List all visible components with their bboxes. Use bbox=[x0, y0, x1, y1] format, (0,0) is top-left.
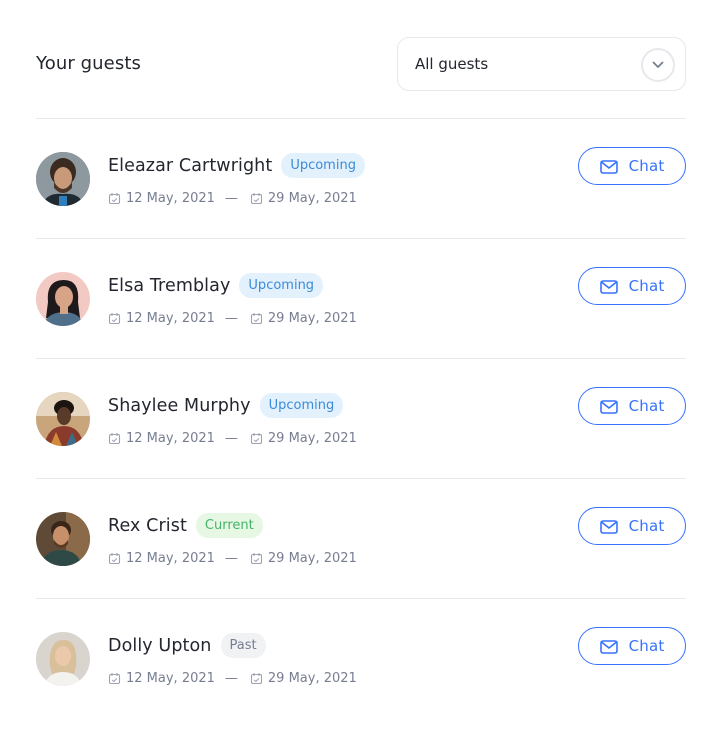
check-in-date: 12 May, 2021 bbox=[126, 671, 215, 686]
chat-button-label: Chat bbox=[628, 277, 665, 295]
calendar-icon bbox=[108, 552, 121, 565]
guest-row: Eleazar Cartwright Upcoming 12 May, 2021… bbox=[36, 119, 686, 239]
guests-panel: Your guests All guests Eleazar Cartwrigh… bbox=[36, 36, 686, 719]
guest-filter-select[interactable]: All guests bbox=[397, 37, 686, 91]
calendar-icon bbox=[108, 312, 121, 325]
guests-header: Your guests All guests bbox=[36, 36, 686, 119]
guest-row: Elsa Tremblay Upcoming 12 May, 2021 — 29… bbox=[36, 239, 686, 359]
guest-name[interactable]: Eleazar Cartwright bbox=[108, 156, 272, 176]
stay-dates: 12 May, 2021 — 29 May, 2021 bbox=[108, 671, 357, 686]
calendar-icon bbox=[108, 192, 121, 205]
guest-row: Dolly Upton Past 12 May, 2021 — 29 May, … bbox=[36, 599, 686, 719]
guest-name[interactable]: Rex Crist bbox=[108, 516, 187, 536]
avatar bbox=[36, 512, 90, 566]
mail-icon bbox=[599, 279, 618, 294]
chat-button-label: Chat bbox=[628, 637, 665, 655]
guest-row: Shaylee Murphy Upcoming 12 May, 2021 — 2… bbox=[36, 359, 686, 479]
chat-button-label: Chat bbox=[628, 157, 665, 175]
chat-button[interactable]: Chat bbox=[578, 507, 686, 545]
status-badge: Upcoming bbox=[281, 153, 365, 178]
chat-button-label: Chat bbox=[628, 517, 665, 535]
check-out-date: 29 May, 2021 bbox=[267, 671, 357, 686]
status-badge: Upcoming bbox=[239, 273, 324, 298]
stay-dates: 12 May, 2021 — 29 May, 2021 bbox=[108, 311, 357, 326]
check-in-date: 12 May, 2021 bbox=[126, 431, 215, 446]
check-in-date: 12 May, 2021 bbox=[126, 191, 215, 206]
calendar-icon bbox=[250, 672, 263, 685]
chat-button[interactable]: Chat bbox=[578, 147, 686, 185]
avatar bbox=[36, 632, 90, 686]
calendar-icon bbox=[108, 672, 121, 685]
check-out-date: 29 May, 2021 bbox=[267, 431, 357, 446]
status-badge: Past bbox=[220, 633, 266, 658]
mail-icon bbox=[599, 519, 618, 534]
calendar-icon bbox=[250, 312, 263, 325]
status-badge: Current bbox=[195, 513, 263, 538]
guest-name[interactable]: Shaylee Murphy bbox=[108, 396, 251, 416]
chevron-down-icon[interactable] bbox=[641, 48, 675, 82]
check-out-date: 29 May, 2021 bbox=[267, 311, 357, 326]
avatar bbox=[36, 272, 90, 326]
check-out-date: 29 May, 2021 bbox=[267, 191, 357, 206]
avatar bbox=[36, 152, 90, 206]
stay-dates: 12 May, 2021 — 29 May, 2021 bbox=[108, 191, 357, 206]
date-separator: — bbox=[224, 311, 238, 326]
date-separator: — bbox=[224, 431, 238, 446]
check-out-date: 29 May, 2021 bbox=[267, 551, 357, 566]
date-separator: — bbox=[224, 671, 238, 686]
guest-filter-value: All guests bbox=[415, 55, 489, 73]
check-in-date: 12 May, 2021 bbox=[126, 551, 215, 566]
chat-button[interactable]: Chat bbox=[578, 267, 686, 305]
page-title: Your guests bbox=[36, 53, 141, 74]
chat-button-label: Chat bbox=[628, 397, 665, 415]
mail-icon bbox=[599, 399, 618, 414]
guest-row: Rex Crist Current 12 May, 2021 — 29 May,… bbox=[36, 479, 686, 599]
check-in-date: 12 May, 2021 bbox=[126, 311, 215, 326]
status-badge: Upcoming bbox=[259, 393, 344, 418]
stay-dates: 12 May, 2021 — 29 May, 2021 bbox=[108, 551, 357, 566]
mail-icon bbox=[599, 159, 618, 174]
calendar-icon bbox=[108, 432, 121, 445]
guest-name[interactable]: Elsa Tremblay bbox=[108, 276, 230, 296]
mail-icon bbox=[599, 639, 618, 654]
stay-dates: 12 May, 2021 — 29 May, 2021 bbox=[108, 431, 357, 446]
avatar bbox=[36, 392, 90, 446]
guest-name[interactable]: Dolly Upton bbox=[108, 636, 212, 656]
date-separator: — bbox=[224, 191, 238, 206]
calendar-icon bbox=[250, 192, 263, 205]
calendar-icon bbox=[250, 552, 263, 565]
calendar-icon bbox=[250, 432, 263, 445]
date-separator: — bbox=[224, 551, 238, 566]
chat-button[interactable]: Chat bbox=[578, 627, 686, 665]
chat-button[interactable]: Chat bbox=[578, 387, 686, 425]
